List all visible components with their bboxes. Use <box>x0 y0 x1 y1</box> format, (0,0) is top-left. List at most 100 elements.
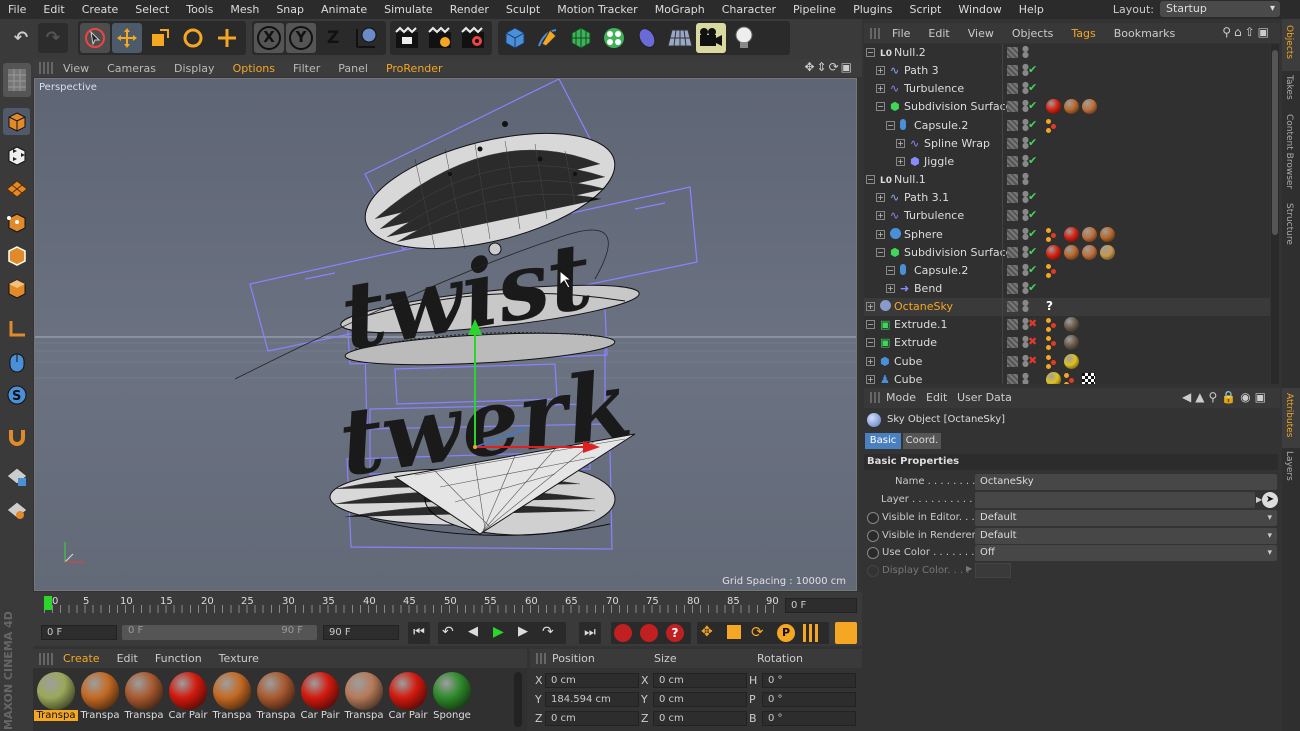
object-row[interactable]: + Sphere ● ● ✔ <box>864 225 1270 244</box>
material-tag-dots-icon[interactable] <box>1046 318 1060 333</box>
expand-icon[interactable]: + <box>876 193 885 203</box>
expand-icon[interactable]: − <box>876 102 885 112</box>
object-row[interactable]: + ∿ Path 3 ● ● ✔ <box>864 62 1270 81</box>
enabled-check-icon[interactable]: ✔ <box>1028 263 1037 276</box>
material-swatch[interactable]: Transpa <box>34 672 78 728</box>
layer-swatch[interactable] <box>1007 119 1018 131</box>
next-frame-icon[interactable]: ▶ <box>518 624 528 639</box>
material-swatch[interactable]: Sponge <box>432 672 472 728</box>
visibility-dots-icon[interactable]: ● ● <box>1022 299 1029 313</box>
floor-icon[interactable] <box>665 23 695 53</box>
layer-swatch[interactable] <box>1007 337 1018 349</box>
om-menu-edit[interactable]: Edit <box>928 27 949 40</box>
menu-mesh[interactable]: Mesh <box>222 3 268 16</box>
render-view-icon[interactable] <box>392 23 422 53</box>
enabled-check-icon[interactable]: ✔ <box>1028 118 1037 131</box>
expand-icon[interactable]: + <box>866 302 875 312</box>
menu-snap[interactable]: Snap <box>268 3 313 16</box>
workplane-icon[interactable] <box>3 175 30 202</box>
layer-swatch[interactable] <box>1007 282 1018 294</box>
menu-select[interactable]: Select <box>127 3 178 16</box>
expand-icon[interactable]: + <box>876 211 885 221</box>
menu-mograph[interactable]: MoGraph <box>647 3 714 16</box>
light-icon[interactable] <box>729 23 759 53</box>
object-row[interactable]: + ∿ Path 3.1 ● ● ✔ <box>864 189 1270 208</box>
layer-swatch[interactable] <box>1007 192 1018 204</box>
object-row[interactable]: − L0 Null.2 ● ● <box>864 44 1270 62</box>
menu-animate[interactable]: Animate <box>313 3 376 16</box>
object-row[interactable]: − ▣ Extrude.1 ● ● ✖ <box>864 316 1270 335</box>
render-picture-viewer-icon[interactable] <box>425 23 455 53</box>
rotation-h-field[interactable]: 0 ° <box>762 673 856 688</box>
frame-range-slider[interactable]: 0 F 90 F <box>122 625 317 640</box>
current-frame-field[interactable]: 0 F <box>785 598 857 613</box>
material-tag-icon[interactable] <box>1046 99 1061 115</box>
autokey-icon[interactable] <box>640 624 658 642</box>
polygons-mode-icon[interactable] <box>3 275 30 302</box>
expand-icon[interactable]: − <box>866 175 875 185</box>
animate-radio-icon[interactable] <box>867 530 879 542</box>
texture-mode-icon[interactable] <box>3 142 30 169</box>
expand-icon[interactable]: − <box>886 265 895 275</box>
timeline[interactable]: 0 5 10 15 20 25 30 35 40 45 50 55 60 65 … <box>33 592 862 620</box>
previous-frame-icon[interactable]: ◀ <box>468 624 478 639</box>
disabled-x-icon[interactable]: ✖ <box>1028 335 1037 348</box>
mograph-cloner-icon[interactable] <box>599 23 629 53</box>
render-settings-icon[interactable] <box>458 23 488 53</box>
material-swatch[interactable]: Car Pair <box>168 672 208 728</box>
material-tag-dots-icon[interactable] <box>1046 118 1060 133</box>
material-swatch[interactable]: Transpa <box>344 672 384 728</box>
om-menu-bookmarks[interactable]: Bookmarks <box>1114 27 1175 40</box>
magnet-icon[interactable] <box>3 423 30 450</box>
disabled-x-icon[interactable]: ✖ <box>1028 354 1037 367</box>
visible-in-renderer-select[interactable]: Default <box>975 528 1277 544</box>
side-tab-content-browser[interactable]: Content Browser <box>1284 114 1294 189</box>
camera-icon[interactable] <box>696 23 726 53</box>
object-row[interactable]: + ∿ Turbulence ● ● ✔ <box>864 80 1270 99</box>
menu-help[interactable]: Help <box>1011 3 1053 16</box>
object-row[interactable]: − Capsule.2 ● ● ✔ <box>864 261 1270 280</box>
menu-file[interactable]: File <box>0 3 35 16</box>
material-swatch[interactable]: Transpa <box>80 672 120 728</box>
layer-swatch[interactable] <box>1007 155 1018 167</box>
layer-field[interactable] <box>975 492 1255 508</box>
layer-swatch[interactable] <box>1007 373 1018 384</box>
layer-swatch[interactable] <box>1007 83 1018 95</box>
material-swatch[interactable]: Transpa <box>256 672 296 728</box>
layer-swatch[interactable] <box>1007 174 1018 186</box>
expand-icon[interactable]: − <box>876 247 885 257</box>
size-y-field[interactable]: 0 cm <box>653 692 747 707</box>
om-menu-objects[interactable]: Objects <box>1012 27 1054 40</box>
tweak-mode-icon[interactable] <box>3 348 30 375</box>
keyframe-selection-icon[interactable]: ? <box>666 624 684 642</box>
expand-icon[interactable]: − <box>866 338 875 348</box>
position-x-field[interactable]: 0 cm <box>545 673 639 688</box>
layer-swatch[interactable] <box>1007 137 1018 149</box>
layer-swatch[interactable] <box>1007 246 1018 258</box>
viewport-menu-options[interactable]: Options <box>233 62 275 75</box>
visibility-dots-icon[interactable]: ● ● <box>1022 45 1029 59</box>
enabled-check-icon[interactable]: ✔ <box>1028 154 1037 167</box>
position-z-field[interactable]: 0 cm <box>545 711 639 726</box>
layer-swatch[interactable] <box>1007 228 1018 240</box>
disabled-x-icon[interactable]: ✖ <box>1028 317 1037 330</box>
layer-swatch[interactable] <box>1007 101 1018 113</box>
menu-motion-tracker[interactable]: Motion Tracker <box>549 3 646 16</box>
menu-character[interactable]: Character <box>714 3 785 16</box>
visible-in-editor-select[interactable]: Default <box>975 510 1277 526</box>
scale-key-icon[interactable] <box>727 625 741 639</box>
position-key-icon[interactable]: ✥ <box>701 624 713 640</box>
menu-plugins[interactable]: Plugins <box>845 3 901 16</box>
size-x-field[interactable]: 0 cm <box>653 673 747 688</box>
tab-coord[interactable]: Coord. <box>903 433 941 449</box>
material-tag-icon[interactable] <box>1064 99 1079 115</box>
material-menu-texture[interactable]: Texture <box>219 652 259 665</box>
3d-viewport[interactable]: Perspective twist twerk Grid Spacing: 1… <box>34 78 857 591</box>
scroll-thumb[interactable] <box>1272 50 1278 235</box>
menu-create[interactable]: Create <box>74 3 128 16</box>
menu-render[interactable]: Render <box>442 3 498 16</box>
om-nav-icons[interactable]: ⚲⌂⇧▣ <box>1222 25 1272 39</box>
rotate-icon[interactable] <box>178 23 208 53</box>
lock-workplane-icon[interactable] <box>3 463 30 490</box>
recent-tool-icon[interactable] <box>212 23 242 53</box>
